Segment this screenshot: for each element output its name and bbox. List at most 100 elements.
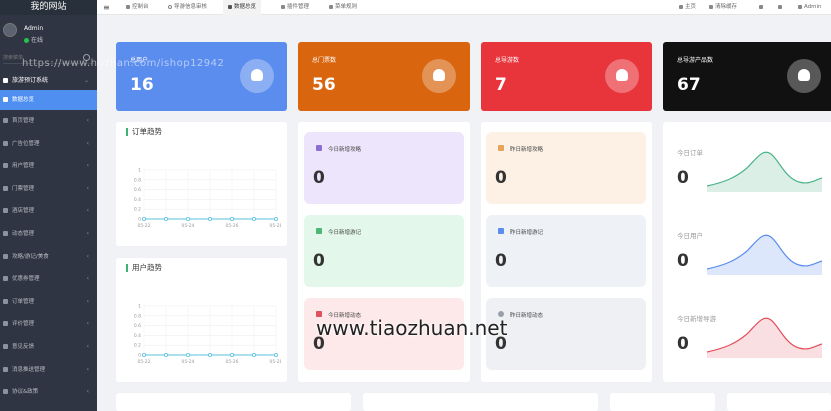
clear-cache-button[interactable]: 清除缓存 [709,0,737,15]
user-panel: Admin 在线 [0,15,97,47]
sidebar-item-label: 意见反馈 [12,343,35,350]
crown-icon [422,59,456,93]
data-point[interactable] [164,217,169,222]
chevron-left-icon: ‹ [86,184,89,192]
stat-value: 7 [495,75,507,95]
user-menu[interactable]: Admin [798,0,822,15]
sidebar-group-travel-system[interactable]: 旅游预订系统 ⌄ [0,72,97,90]
sidebar-item-ads[interactable]: 广告位管理 ‹ [0,133,97,156]
notes-icon [316,145,322,151]
watermark-url: https://www.huzhan.com/ishop12942 [22,58,225,69]
dashboard-icon [3,97,8,102]
spark-guides-chart [707,317,822,358]
sidebar-item-dashboard[interactable]: 数据总览 [0,90,97,110]
tile-today-guides: 今日新增攻略 0 [304,132,464,204]
fullscreen-icon [778,4,782,9]
sidebar-item-policy[interactable]: 协议&政策 ‹ [0,381,97,404]
data-point[interactable] [164,353,169,358]
tile-yesterday-guides: 昨日新增攻略 0 [486,132,646,204]
sidebar-item-tickets[interactable]: 门票管理 ‹ [0,178,97,201]
tile-label: 昨日新增游记 [510,230,544,236]
tile-label: 今日新增游记 [328,230,362,236]
trash-icon [709,4,713,9]
data-point[interactable] [186,217,191,222]
tab-label: 数据总览 [234,4,257,10]
chevron-left-icon: ‹ [86,139,89,147]
data-point[interactable] [273,217,278,222]
chevron-left-icon: ‹ [86,162,89,170]
sidebar-item-label: 攻略/游记/美食 [12,253,49,260]
sidebar-item-push[interactable]: 消息推送管理 ‹ [0,359,97,382]
tab-plugins[interactable]: 插件管理 [277,0,313,15]
menu-item-icon [3,118,8,123]
sidebar-item-coupons[interactable]: 优惠券管理 ‹ [0,268,97,291]
online-dot-icon [24,38,29,43]
avatar[interactable] [3,23,17,37]
tab-guide-review[interactable]: 导游信息审核 [164,0,211,15]
menu-toggle-icon[interactable]: ≡ [103,0,110,15]
data-point[interactable] [273,353,278,358]
sidebar-item-label: 数据总览 [12,97,35,103]
chevron-left-icon: ‹ [86,229,89,237]
language-button[interactable] [759,0,765,15]
menu-item-icon [3,208,8,214]
data-point[interactable] [186,353,191,358]
menu-item-icon [3,366,8,372]
data-point[interactable] [252,217,257,222]
data-point[interactable] [230,353,235,358]
bottom-panel-4 [727,393,831,411]
sidebar-item-label: 订单管理 [12,298,35,305]
sidebar-item-users[interactable]: 用户管理 ‹ [0,155,97,178]
data-point[interactable] [230,217,235,222]
home-icon [679,4,683,9]
dashboard-icon [228,4,232,9]
sidebar-item-guides[interactable]: 攻略/游记/美食 ‹ [0,246,97,269]
sidebar-item-hotels[interactable]: 酒店管理 ‹ [0,200,97,223]
sidebar-item-label: 评价管理 [12,321,35,328]
chevron-left-icon: ‹ [86,320,89,328]
sidebar-item-home[interactable]: 首页管理 ‹ [0,110,97,133]
menu-item-icon [3,298,8,304]
tab-data-overview[interactable]: 数据总览 [223,0,262,15]
menu-item-icon [3,389,8,395]
menu-item-icon [3,321,8,327]
data-point[interactable] [141,353,146,358]
stat-value: 16 [130,75,154,95]
menu-item-icon [3,276,8,282]
y-tick-label: 0.2 [134,207,141,213]
stat-value: 56 [312,75,336,95]
tab-label: 插件管理 [287,4,310,10]
tab-menu-rules[interactable]: 菜单规则 [325,0,361,15]
fullscreen-button[interactable] [778,0,784,15]
y-tick-label: 0.8 [134,177,141,183]
tile-label: 今日新增攻略 [328,147,362,153]
travelogue-icon [498,228,504,234]
menu-item-icon [3,253,8,259]
y-tick-label: 1 [138,168,141,174]
sidebar-item-label: 酒店管理 [12,208,35,215]
data-point[interactable] [208,217,213,222]
data-point[interactable] [252,353,257,358]
sidebar-item-moments[interactable]: 动态管理 ‹ [0,223,97,246]
stat-label: 总导游数 [495,57,520,64]
data-point[interactable] [141,217,146,222]
data-point[interactable] [208,353,213,358]
bottom-panel-2 [363,393,598,411]
sidebar-item-feedback[interactable]: 意见反馈 ‹ [0,336,97,359]
sidebar-item-orders[interactable]: 订单管理 ‹ [0,291,97,314]
x-tick-label: 05-28 [269,223,281,229]
x-tick-label: 05-26 [225,223,238,229]
y-tick-label: 0 [138,217,141,223]
user-status-label: 在线 [31,37,44,44]
home-link[interactable]: 主页 [679,0,696,15]
trophy-icon [605,59,639,93]
chevron-left-icon: ‹ [86,342,89,350]
tile-yesterday-travelogues: 昨日新增游记 0 [486,215,646,287]
tab-console[interactable]: 控制台 [122,0,153,15]
order-trend-title: 订单趋势 [126,128,162,136]
order-trend-panel: 订单趋势 0 0.2 0.4 0.6 0.8 1 05-22 05-24 05-26 05-28 [116,122,287,246]
tile-label: 昨日新增动态 [510,313,544,319]
site-brand[interactable]: 我的网站 [0,0,97,15]
sidebar-item-reviews[interactable]: 评价管理 ‹ [0,313,97,336]
spark-label: 今日订单 [677,149,703,157]
